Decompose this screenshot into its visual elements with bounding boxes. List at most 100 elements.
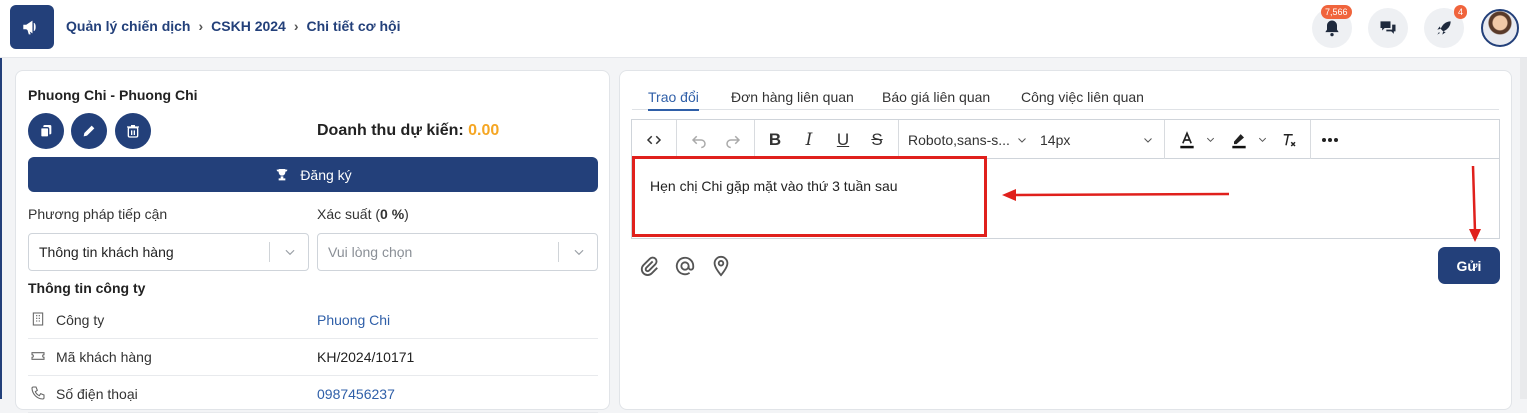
tab-related-orders[interactable]: Đơn hàng liên quan (731, 89, 854, 109)
redo-button[interactable] (716, 120, 750, 159)
code-icon (646, 135, 662, 144)
info-row-phone: Số điện thoại 0987456237 (28, 377, 598, 413)
company-link[interactable]: Phuong Chi (317, 312, 390, 328)
delete-button[interactable] (115, 113, 151, 149)
breadcrumb-cskh[interactable]: CSKH 2024 (211, 18, 286, 34)
notification-count-badge: 7,566 (1321, 5, 1352, 19)
font-size-value: 14px (1040, 131, 1071, 148)
mention-icon[interactable] (674, 255, 696, 277)
font-size-select[interactable]: 14px (1040, 120, 1158, 159)
tab-related-quotes[interactable]: Báo giá liên quan (882, 89, 990, 109)
trophy-icon (276, 168, 288, 180)
probability-value: 0 % (380, 206, 405, 222)
toolbar-divider (898, 120, 899, 159)
info-label: Mã khách hàng (56, 349, 152, 365)
trash-icon (127, 125, 139, 138)
editor-toolbar: B I U S Roboto,sans-s... 14px (632, 120, 1499, 159)
pencil-icon (83, 125, 95, 137)
clear-format-icon (1283, 133, 1296, 147)
bell-icon (1325, 20, 1339, 37)
toolbar-divider (676, 120, 677, 159)
phone-link[interactable]: 0987456237 (317, 386, 395, 402)
discussion-panel: Trao đổi Đơn hàng liên quan Báo giá liên… (619, 70, 1512, 410)
more-options-button[interactable] (1312, 120, 1348, 159)
avatar[interactable] (1481, 9, 1519, 47)
redo-icon (726, 135, 741, 148)
opportunity-info-panel: Phuong Chi - Phuong Chi Doanh thu dự kiế… (15, 70, 610, 413)
info-row-company: Công ty Phuong Chi (28, 303, 598, 339)
copy-icon (40, 125, 52, 138)
page-scrollbar[interactable] (1520, 58, 1527, 399)
chevron-down-icon (1144, 137, 1152, 143)
rocket-count-badge: 4 (1454, 5, 1468, 19)
rich-text-editor: B I U S Roboto,sans-s... 14px Hẹn chị Ch… (631, 119, 1500, 239)
underline-button[interactable]: U (826, 120, 860, 159)
chat-icon (1380, 21, 1396, 34)
select-divider (269, 242, 270, 262)
sidebar-accent (0, 58, 2, 399)
clear-format-button[interactable] (1274, 120, 1304, 159)
chevron-right-icon: › (293, 18, 299, 34)
font-family-value: Roboto,sans-s... (908, 131, 1010, 148)
toolbar-divider (1310, 120, 1311, 159)
text-color-icon (1179, 130, 1194, 148)
approach-select[interactable]: Thông tin khách hàng (28, 233, 309, 271)
register-label: Đăng ký (300, 166, 352, 183)
probability-select-placeholder: Vui lòng chọn (328, 244, 413, 260)
opportunity-title: Phuong Chi - Phuong Chi (28, 87, 198, 103)
rocket-button[interactable]: 4 (1424, 5, 1468, 48)
notifications-button[interactable]: 7,566 (1312, 5, 1352, 48)
paperclip-icon[interactable] (638, 255, 660, 277)
tab-bar: Trao đổi Đơn hàng liên quan Báo giá liên… (632, 89, 1499, 111)
toolbar-divider (754, 120, 755, 159)
chevron-down-icon (1206, 137, 1214, 142)
info-label: Số điện thoại (56, 386, 138, 402)
chevron-down-icon (574, 249, 584, 256)
strikethrough-button[interactable]: S (860, 120, 894, 159)
edit-button[interactable] (71, 113, 107, 149)
info-row-customer-code: Mã khách hàng KH/2024/10171 (28, 340, 598, 376)
select-divider (558, 242, 559, 262)
chevron-down-icon (1018, 137, 1026, 143)
highlight-color-button[interactable] (1226, 120, 1270, 159)
customer-code-value: KH/2024/10171 (317, 349, 415, 365)
chevron-down-icon (1258, 137, 1266, 142)
chat-button[interactable] (1368, 8, 1408, 48)
chevron-right-icon: › (198, 18, 204, 34)
italic-button[interactable]: I (792, 120, 826, 159)
tab-discussion[interactable]: Trao đổi (648, 89, 699, 111)
expected-revenue-value: 0.00 (468, 122, 500, 139)
bold-button[interactable]: B (758, 120, 792, 159)
text-color-button[interactable] (1174, 120, 1218, 159)
highlighter-icon (1231, 133, 1246, 148)
breadcrumb: Quản lý chiến dịch › CSKH 2024 › Chi tiế… (66, 18, 400, 34)
ticket-icon (31, 352, 45, 360)
approach-select-value: Thông tin khách hàng (39, 244, 174, 260)
location-icon[interactable] (710, 255, 732, 277)
code-view-button[interactable] (632, 120, 676, 159)
expected-revenue: Doanh thu dự kiến: 0.00 (317, 122, 499, 140)
probability-label-prefix: Xác suất ( (317, 206, 381, 222)
approach-label: Phương pháp tiếp cận (28, 206, 168, 222)
more-horizontal-icon (1322, 137, 1338, 142)
chevron-down-icon (285, 249, 295, 256)
copy-button[interactable] (28, 113, 64, 149)
probability-label-suffix: ) (404, 206, 409, 222)
send-button[interactable]: Gửi (1438, 247, 1500, 284)
top-bar: Quản lý chiến dịch › CSKH 2024 › Chi tiế… (0, 0, 1527, 58)
expected-revenue-label: Doanh thu dự kiến: (317, 122, 464, 139)
breadcrumb-campaign-management[interactable]: Quản lý chiến dịch (66, 18, 190, 34)
company-info-title: Thông tin công ty (28, 280, 146, 296)
register-button[interactable]: Đăng ký (28, 157, 598, 192)
undo-icon (691, 135, 706, 148)
info-label: Công ty (56, 312, 105, 328)
font-family-select[interactable]: Roboto,sans-s... (908, 120, 1032, 159)
rocket-icon (1437, 21, 1451, 35)
toolbar-divider (1164, 120, 1165, 159)
undo-button[interactable] (682, 120, 716, 159)
tab-related-tasks[interactable]: Công việc liên quan (1021, 89, 1144, 109)
megaphone-icon[interactable] (10, 5, 54, 49)
building-icon (32, 312, 44, 326)
annotation-highlight-box (632, 156, 987, 237)
probability-select[interactable]: Vui lòng chọn (317, 233, 598, 271)
